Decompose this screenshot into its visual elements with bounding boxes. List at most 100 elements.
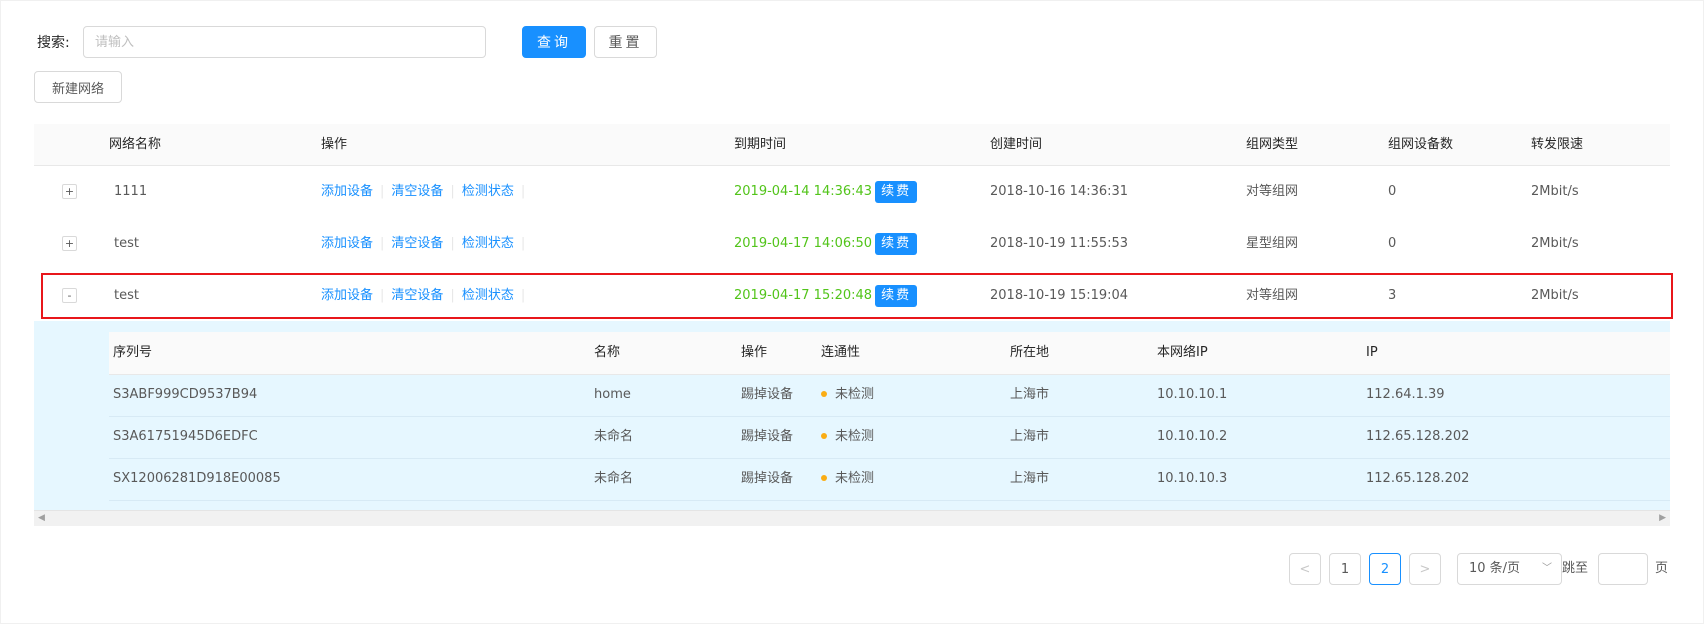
reset-button[interactable]: 重置 xyxy=(594,26,657,58)
action-divider: | xyxy=(520,236,526,251)
connectivity-cell: 未检测 xyxy=(821,458,874,500)
connectivity-status: 未检测 xyxy=(835,387,875,402)
kick-device-link[interactable]: 踢掉设备 xyxy=(741,374,793,416)
connectivity-status: 未检测 xyxy=(835,429,875,444)
column-header-location: 所在地 xyxy=(1010,345,1050,360)
page-unit-label: 页 xyxy=(1655,561,1669,576)
device-ip: 112.64.1.39 xyxy=(1366,387,1445,402)
rate-limit: 2Mbit/s xyxy=(1531,288,1579,303)
connectivity-status: 未检测 xyxy=(835,471,875,486)
clear-devices-link[interactable]: 清空设备 xyxy=(391,288,443,303)
page-size-value: 10 条/页 xyxy=(1469,561,1521,576)
kick-device-link[interactable]: 踢掉设备 xyxy=(741,416,793,458)
search-input[interactable] xyxy=(83,26,486,58)
check-status-link[interactable]: 检测状态 xyxy=(462,288,514,303)
clear-devices-link[interactable]: 清空设备 xyxy=(391,184,443,199)
action-divider: | xyxy=(450,236,455,251)
add-device-link[interactable]: 添加设备 xyxy=(321,184,373,199)
network-name: test xyxy=(114,288,139,303)
network-name: test xyxy=(114,236,139,251)
expire-time: 2019-04-14 14:36:43 xyxy=(734,184,873,199)
device-serial: S3A61751945D6EDFC xyxy=(113,429,258,444)
expire-cell: 2019-04-14 14:36:43 续费 xyxy=(734,166,918,218)
collapse-row-button[interactable]: - xyxy=(62,288,77,303)
device-table-header: 序列号 名称 操作 连通性 所在地 本网络IP IP xyxy=(109,332,1670,375)
device-serial: SX12006281D918E00085 xyxy=(113,471,281,486)
status-dot-icon xyxy=(821,474,827,481)
check-status-link[interactable]: 检测状态 xyxy=(462,236,514,251)
network-type: 星型组网 xyxy=(1246,236,1299,251)
table-row: + 1111 添加设备 | 清空设备 | 检测状态 | 2019-04-14 14:36:… xyxy=(34,166,1670,219)
row-actions: 添加设备 | 清空设备 | 检测状态 | xyxy=(321,166,532,218)
clear-devices-link[interactable]: 清空设备 xyxy=(391,236,443,251)
jump-page-input[interactable] xyxy=(1598,553,1648,585)
device-location: 上海市 xyxy=(1010,387,1050,402)
prev-page-button[interactable]: < xyxy=(1289,553,1321,585)
created-time: 2018-10-16 14:36:31 xyxy=(990,184,1129,199)
device-ip: 112.65.128.202 xyxy=(1366,471,1470,486)
device-local-ip: 10.10.10.3 xyxy=(1157,471,1228,486)
created-time: 2018-10-19 15:19:04 xyxy=(990,288,1129,303)
renew-button[interactable]: 续费 xyxy=(875,180,918,203)
device-count: 0 xyxy=(1388,184,1397,199)
expire-time: 2019-04-17 15:20:48 xyxy=(734,288,873,303)
device-subtable: 序列号 名称 操作 连通性 所在地 本网络IP IP S3ABF999CD953… xyxy=(34,321,1670,526)
page-1-button[interactable]: 1 xyxy=(1329,553,1361,585)
scroll-left-arrow-icon[interactable]: ◀ xyxy=(38,513,45,523)
add-device-link[interactable]: 添加设备 xyxy=(321,236,373,251)
scroll-right-arrow-icon[interactable]: ▶ xyxy=(1659,513,1666,523)
column-header-created: 创建时间 xyxy=(990,137,1043,152)
action-divider: | xyxy=(380,288,385,303)
column-header-actions: 操作 xyxy=(321,137,348,152)
page-2-button[interactable]: 2 xyxy=(1369,553,1401,585)
device-count: 3 xyxy=(1388,288,1397,303)
column-header-connectivity: 连通性 xyxy=(821,345,861,360)
device-name: home xyxy=(594,387,631,402)
column-header-device-name: 名称 xyxy=(594,345,621,360)
network-name: 1111 xyxy=(114,184,148,199)
action-divider: | xyxy=(380,236,385,251)
new-network-button[interactable]: 新建网络 xyxy=(34,71,122,103)
action-divider: | xyxy=(380,184,385,199)
column-header-rate: 转发限速 xyxy=(1531,137,1584,152)
action-divider: | xyxy=(450,288,455,303)
search-label: 搜索: xyxy=(37,35,70,51)
device-local-ip: 10.10.10.2 xyxy=(1157,429,1228,444)
rate-limit: 2Mbit/s xyxy=(1531,184,1579,199)
device-location: 上海市 xyxy=(1010,429,1050,444)
network-table-header: 网络名称 操作 到期时间 创建时间 组网类型 组网设备数 转发限速 xyxy=(34,124,1670,166)
connectivity-cell: 未检测 xyxy=(821,416,874,458)
add-device-link[interactable]: 添加设备 xyxy=(321,288,373,303)
column-header-serial: 序列号 xyxy=(113,345,153,360)
status-dot-icon xyxy=(821,432,827,439)
rate-limit: 2Mbit/s xyxy=(1531,236,1579,251)
device-ip: 112.65.128.202 xyxy=(1366,429,1470,444)
query-button[interactable]: 查询 xyxy=(522,26,586,58)
next-page-button[interactable]: > xyxy=(1409,553,1441,585)
expire-time: 2019-04-17 14:06:50 xyxy=(734,236,873,251)
row-actions: 添加设备 | 清空设备 | 检测状态 | xyxy=(321,218,532,270)
device-serial: S3ABF999CD9537B94 xyxy=(113,387,258,402)
expire-cell: 2019-04-17 15:20:48 续费 xyxy=(734,270,918,322)
page-size-select[interactable]: 10 条/页 ﹀ xyxy=(1457,553,1562,585)
expand-row-button[interactable]: + xyxy=(62,184,77,199)
status-dot-icon xyxy=(821,390,827,397)
action-divider: | xyxy=(450,184,455,199)
device-name: 未命名 xyxy=(594,429,634,444)
check-status-link[interactable]: 检测状态 xyxy=(462,184,514,199)
device-row: S3A61751945D6EDFC 未命名 踢掉设备 未检测 上海市 10.10… xyxy=(109,416,1670,459)
action-divider: | xyxy=(520,288,526,303)
kick-device-link[interactable]: 踢掉设备 xyxy=(741,458,793,500)
column-header-ip: IP xyxy=(1366,345,1378,360)
renew-button[interactable]: 续费 xyxy=(875,284,918,307)
column-header-device-actions: 操作 xyxy=(741,345,768,360)
network-type: 对等组网 xyxy=(1246,288,1299,303)
horizontal-scrollbar[interactable]: ◀ ▶ xyxy=(34,510,1670,526)
column-header-device-count: 组网设备数 xyxy=(1388,137,1454,152)
expand-row-button[interactable]: + xyxy=(62,236,77,251)
column-header-expire: 到期时间 xyxy=(734,137,787,152)
renew-button[interactable]: 续费 xyxy=(875,232,918,255)
device-row: SX12006281D918E00085 未命名 踢掉设备 未检测 上海市 10… xyxy=(109,458,1670,501)
column-header-type: 组网类型 xyxy=(1246,137,1299,152)
chevron-down-icon: ﹀ xyxy=(1542,563,1552,574)
